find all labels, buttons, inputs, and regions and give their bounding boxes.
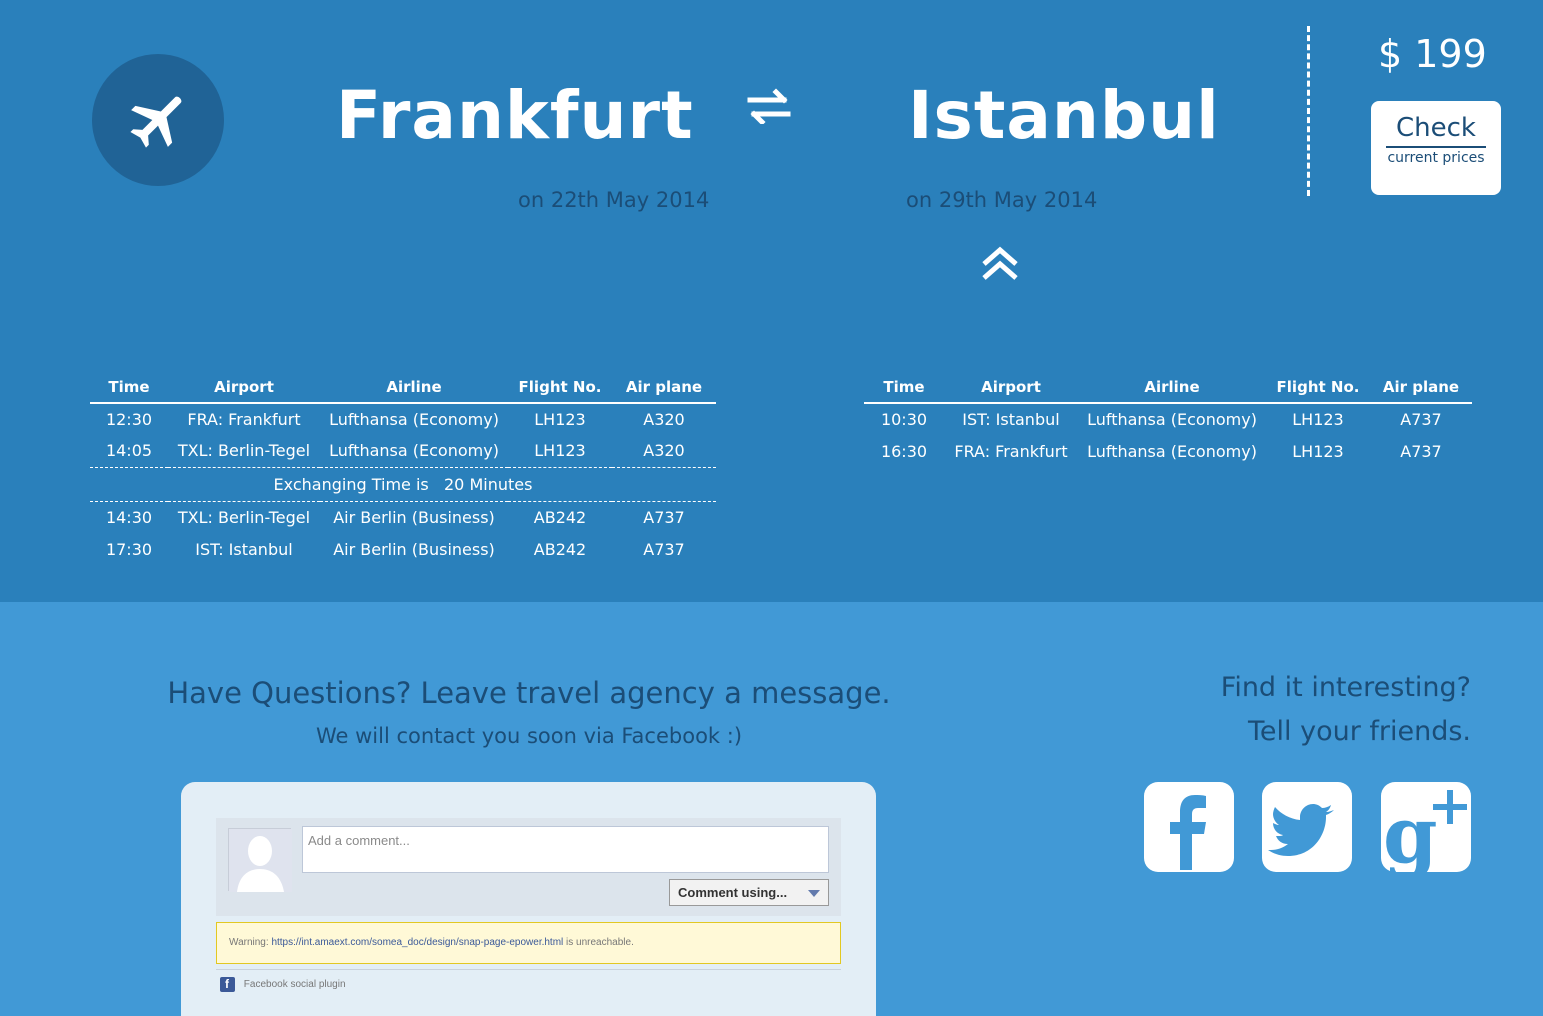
plugin-label[interactable]: Facebook social plugin (244, 979, 346, 990)
cell-time: 14:30 (105, 507, 153, 527)
cell-airplane: A320 (643, 410, 685, 429)
cell-time: 14:05 (105, 441, 153, 461)
cell-time: 17:30 (105, 539, 153, 559)
cell-time: 10:30 (880, 410, 928, 429)
table-row: 16:30 FRA: Frankfurt Lufthansa (Economy)… (864, 435, 1472, 467)
table-header-row: Time Airport Airline Flight No. Air plan… (864, 371, 1472, 404)
cell-flight-no: LH123 (1292, 410, 1344, 429)
cell-airline: Lufthansa (Economy) (329, 410, 499, 429)
price-label: $ 199 (1378, 32, 1487, 76)
destination-city: Istanbul (908, 77, 1220, 154)
cell-airline: Lufthansa (Economy) (1087, 410, 1257, 429)
column-header: Flight No. (1266, 371, 1370, 404)
table-row: 14:05 TXL: Berlin-Tegel Lufthansa (Econo… (90, 435, 716, 467)
share-subheading: Tell your friends. (1247, 716, 1471, 747)
svg-text:g: g (1383, 790, 1438, 872)
column-header: Airline (1078, 371, 1266, 404)
column-header: Airport (168, 371, 320, 404)
table-row: 17:30 IST: Istanbul Air Berlin (Business… (90, 533, 716, 565)
cell-airline: Air Berlin (Business) (333, 539, 495, 559)
warning-url-link[interactable]: https://int.amaext.com/somea_doc/design/… (271, 937, 563, 948)
table-row: 12:30 FRA: Frankfurt Lufthansa (Economy)… (90, 403, 716, 435)
default-avatar-icon (229, 829, 292, 892)
cell-flight-no: LH123 (534, 441, 586, 461)
price-divider (1307, 26, 1310, 196)
share-heading: Find it interesting? (1220, 672, 1471, 703)
outbound-flights-table: Time Airport Airline Flight No. Air plan… (90, 371, 716, 565)
origin-city: Frankfurt (336, 77, 694, 154)
column-header: Airline (320, 371, 508, 404)
cell-airplane: A737 (643, 539, 685, 559)
warning-prefix: Warning: (229, 937, 269, 948)
column-header: Time (864, 371, 944, 404)
column-header: Airport (944, 371, 1078, 404)
cell-time: 16:30 (880, 441, 928, 461)
twitter-share-button[interactable] (1262, 782, 1352, 872)
caret-down-icon (808, 890, 820, 897)
facebook-icon (1170, 795, 1206, 870)
column-header: Flight No. (508, 371, 612, 404)
cell-airplane: A737 (643, 507, 685, 527)
facebook-comments-widget: Add a comment... Comment using... Warnin… (181, 782, 876, 1016)
exchange-time-row: Exchanging Time is 20 Minutes (90, 466, 716, 502)
cell-airplane: A737 (1400, 410, 1442, 429)
check-button-label: Check (1396, 113, 1476, 143)
facebook-share-button[interactable] (1144, 782, 1234, 872)
google-plus-share-button[interactable]: g (1381, 782, 1471, 872)
cell-airline: Air Berlin (Business) (333, 507, 495, 527)
avatar (228, 828, 292, 892)
cell-airplane: A320 (643, 441, 685, 461)
cell-flight-no: AB242 (533, 507, 587, 527)
table-row: 14:30 TXL: Berlin-Tegel Air Berlin (Busi… (90, 501, 716, 533)
cell-airport: TXL: Berlin-Tegel (177, 441, 311, 461)
airplane-badge (92, 54, 224, 186)
exchange-time-value: 20 Minutes (444, 474, 533, 494)
check-prices-button[interactable]: Check current prices (1371, 101, 1501, 195)
column-header: Air plane (1370, 371, 1472, 404)
cell-airline: Lufthansa (Economy) (1087, 441, 1257, 461)
table-row: 10:30 IST: Istanbul Lufthansa (Economy) … (864, 403, 1472, 435)
comment-using-label: Comment using... (678, 885, 788, 900)
table-header-row: Time Airport Airline Flight No. Air plan… (90, 371, 716, 404)
return-flights-table: Time Airport Airline Flight No. Air plan… (864, 371, 1472, 467)
double-chevron-up-icon[interactable] (980, 246, 1020, 286)
twitter-icon (1268, 804, 1334, 856)
cell-flight-no: AB242 (533, 539, 587, 559)
return-date: on 29th May 2014 (906, 188, 1098, 212)
comment-input[interactable]: Add a comment... (302, 826, 829, 873)
cell-flight-no: LH123 (1292, 441, 1344, 461)
cell-airport: IST: Istanbul (962, 410, 1060, 429)
comment-composer: Add a comment... Comment using... (216, 818, 841, 916)
cell-airport: FRA: Frankfurt (954, 441, 1068, 461)
facebook-plugin-footer: f Facebook social plugin (220, 977, 346, 992)
exchange-time-label: Exchanging Time is (273, 474, 429, 494)
warning-suffix: is unreachable. (566, 937, 634, 948)
cell-airport: FRA: Frankfurt (187, 410, 301, 429)
cell-airport: TXL: Berlin-Tegel (177, 507, 311, 527)
flight-summary-section: Frankfurt Istanbul on 22th May 2014 on 2… (0, 0, 1543, 602)
warning-banner: Warning: https://int.amaext.com/somea_do… (216, 922, 841, 964)
comment-using-button[interactable]: Comment using... (669, 879, 829, 906)
facebook-mini-icon: f (220, 977, 235, 992)
cell-time: 12:30 (105, 410, 153, 429)
column-header: Time (90, 371, 168, 404)
cell-airplane: A737 (1400, 441, 1442, 461)
airplane-icon (130, 96, 182, 148)
cell-flight-no: LH123 (534, 410, 586, 429)
divider (216, 969, 841, 970)
cell-airport: IST: Istanbul (195, 539, 293, 559)
column-header: Air plane (612, 371, 716, 404)
questions-title: Have Questions? Leave travel agency a me… (167, 676, 891, 710)
departure-date: on 22th May 2014 (518, 188, 710, 212)
swap-arrows-icon[interactable] (746, 88, 792, 128)
cell-airline: Lufthansa (Economy) (329, 441, 499, 461)
check-button-sublabel: current prices (1387, 150, 1485, 166)
google-plus-icon: g (1383, 790, 1467, 872)
check-button-rule (1386, 146, 1486, 148)
questions-subtitle: We will contact you soon via Facebook :) (315, 724, 743, 748)
exchange-time-cell: Exchanging Time is 20 Minutes (90, 466, 716, 502)
